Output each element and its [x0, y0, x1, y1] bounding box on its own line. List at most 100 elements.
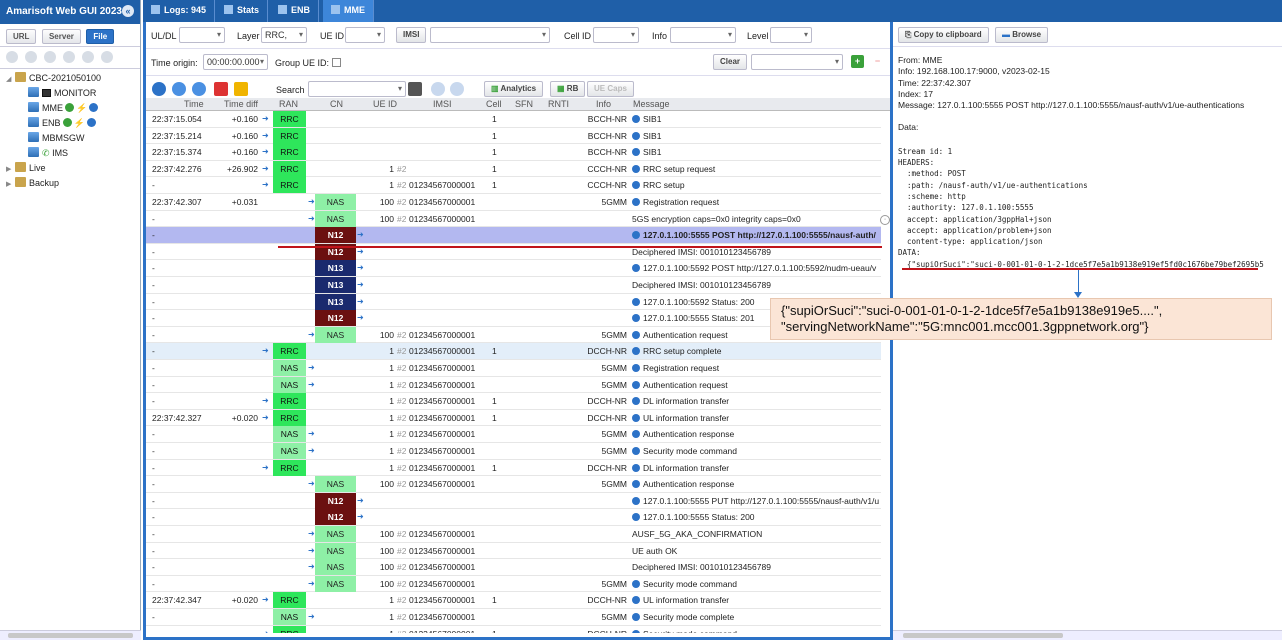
tab-stats[interactable]: Stats [216, 0, 269, 22]
table-row[interactable]: - NAS ➜ 1 #2 01234567000001 5GMM Authentication… [146, 426, 881, 443]
left-horizontal-scrollbar[interactable] [0, 630, 141, 640]
tree-item-monitor[interactable]: MONITOR [0, 86, 140, 101]
play-icon[interactable] [86, 118, 96, 127]
info-icon[interactable] [632, 131, 640, 140]
table-row[interactable]: - NAS ➜ 100 #2 01234567000001 AUSF_5G_AKA_CONF… [146, 526, 881, 543]
file-button[interactable]: File [86, 29, 115, 44]
table-row[interactable]: - NAS ➜ 100 #2 01234567000001 5GMM Security mod… [146, 575, 881, 593]
col-message[interactable]: Message [633, 99, 670, 109]
table-row[interactable]: 22:37:15.214 +0.160 RRC ➜ 1 BCCH-NR SIB1 [146, 127, 881, 145]
info-icon[interactable] [632, 579, 640, 588]
col-rnti[interactable]: RNTI [548, 99, 569, 109]
info-icon[interactable] [632, 330, 640, 339]
table-row[interactable]: - N12 ➜ 127.0.1.100:5555 POST http://127.0.… [146, 227, 881, 244]
next-icon[interactable] [450, 82, 464, 96]
remove-icon[interactable]: − [871, 55, 884, 68]
table-row[interactable]: - N13 ➜ 127.0.1.100:5592 POST http://127.0.… [146, 260, 881, 277]
info-icon[interactable] [632, 148, 640, 157]
info-icon[interactable] [632, 314, 640, 323]
rb-button[interactable]: ▦ RB [550, 81, 586, 97]
tree-item-live[interactable]: ▶ Live [0, 161, 140, 176]
time-origin-input[interactable]: 00:00:00.000 [203, 54, 268, 70]
delete-icon[interactable] [101, 51, 113, 63]
info-icon[interactable] [632, 164, 640, 173]
table-row[interactable]: - N13 ➜ Deciphered IMSI: 001010123456789 [146, 277, 881, 294]
table-row[interactable]: - NAS ➜ 100 #2 01234567000001 5GMM Authenticati… [146, 476, 881, 493]
info-icon[interactable] [632, 297, 640, 306]
col-timediff[interactable]: Time diff [224, 99, 258, 109]
tree-item-ims[interactable]: ✆ IMS [0, 146, 140, 161]
ueid-select[interactable] [345, 27, 385, 43]
error-icon[interactable] [214, 82, 228, 96]
info-icon[interactable] [632, 480, 640, 489]
right-horizontal-scrollbar[interactable] [893, 630, 1282, 640]
info-icon[interactable] [632, 198, 640, 206]
info-icon[interactable] [632, 447, 640, 455]
filter-select[interactable] [751, 54, 843, 70]
add-icon[interactable]: + [851, 55, 864, 68]
info-icon[interactable] [632, 380, 640, 389]
tab-logs[interactable]: Logs: 945 [143, 0, 216, 22]
level-select[interactable] [770, 27, 812, 43]
table-row[interactable]: - RRC ➜ 1 #2 01234567000001 1 CCCH-NR RRC setup [146, 177, 881, 194]
refresh-icon[interactable] [63, 51, 75, 63]
back-icon[interactable] [172, 82, 186, 96]
table-row[interactable]: - N12 ➜ 127.0.1.100:5555 PUT http://127.0.1… [146, 492, 881, 510]
info-icon[interactable] [632, 629, 640, 633]
clear-button[interactable]: Clear [713, 54, 748, 70]
uecaps-button[interactable]: UE Caps [587, 81, 634, 97]
warning-icon[interactable] [234, 82, 248, 96]
edit-icon[interactable] [6, 51, 18, 63]
info-select[interactable] [670, 27, 736, 43]
col-sfn[interactable]: SFN [515, 99, 533, 109]
info-icon[interactable] [632, 513, 640, 522]
tree-item-enb[interactable]: ENB ⚡ [0, 116, 140, 131]
collapsed-arrow-icon[interactable]: ▶ [6, 177, 15, 192]
table-row[interactable]: - NAS ➜ 100 #2 01234567000001 Deciphered IMSI:… [146, 559, 881, 576]
info-icon[interactable] [632, 397, 640, 406]
collapsed-arrow-icon[interactable]: ▶ [6, 162, 15, 177]
layer-select[interactable]: RRC, [261, 27, 307, 43]
table-row[interactable]: - NAS ➜ 1 #2 01234567000001 5GMM Authentication… [146, 376, 881, 394]
tab-mme[interactable]: MME [323, 0, 374, 22]
tree-item-backup[interactable]: ▶ Backup [0, 176, 140, 191]
table-row[interactable]: 22:37:15.054 +0.160 RRC ➜ 1 BCCH-NR SIB1 [146, 111, 881, 128]
col-time[interactable]: Time [184, 99, 204, 109]
expanded-arrow-icon[interactable]: ◢ [6, 72, 15, 87]
table-row[interactable]: 22:37:42.347 +0.020 RRC ➜ 1 #2 01234567000001 1… [146, 592, 881, 609]
col-ran[interactable]: RAN [279, 99, 298, 109]
play-icon[interactable] [89, 103, 99, 112]
table-row[interactable]: - RRC ➜ 1 #2 01234567000001 1 DCCH-NR DL informa… [146, 459, 881, 477]
server-button[interactable]: Server [41, 29, 81, 44]
prev-icon[interactable] [431, 82, 445, 96]
imsi-button[interactable]: IMSI [396, 27, 427, 43]
info-icon[interactable] [632, 264, 640, 273]
table-row[interactable]: - NAS ➜ 1 #2 01234567000001 5GMM Registration r… [146, 360, 881, 377]
binoculars-icon[interactable] [408, 82, 422, 96]
copy-button[interactable]: ⎘ Copy to clipboard [898, 27, 989, 43]
group-ue-checkbox[interactable] [332, 58, 341, 67]
tree-item-mme[interactable]: MME ⚡ [0, 101, 140, 116]
col-info[interactable]: Info [596, 99, 611, 109]
table-row[interactable]: - RRC ➜ 1 #2 01234567000001 1 DCCH-NR DL informa… [146, 393, 881, 410]
search-input[interactable] [308, 81, 406, 97]
splitter-handle[interactable]: · [880, 215, 890, 225]
copy-icon[interactable] [44, 51, 56, 63]
tree-item-mbmsgw[interactable]: MBMSGW [0, 131, 140, 146]
col-cn[interactable]: CN [330, 99, 343, 109]
browse-button[interactable]: ▬ Browse [995, 27, 1049, 43]
cellid-select[interactable] [593, 27, 639, 43]
info-icon[interactable] [632, 496, 640, 505]
table-row[interactable]: 22:37:42.276 +26.902 RRC ➜ 1 #2 1 CCCH-NR RRC se… [146, 160, 881, 178]
info-icon[interactable] [632, 413, 640, 422]
collapse-icon[interactable]: « [122, 5, 134, 17]
uldl-select[interactable] [179, 27, 225, 43]
table-row[interactable]: - N12 ➜ 127.0.1.100:5555 Status: 200 [146, 509, 881, 526]
table-row[interactable]: - NAS ➜ 1 #2 01234567000001 5GMM Security mode … [146, 443, 881, 460]
info-icon[interactable] [632, 181, 640, 190]
clock-icon[interactable] [152, 82, 166, 96]
forward-icon[interactable] [192, 82, 206, 96]
info-icon[interactable] [632, 613, 640, 621]
url-button[interactable]: URL [6, 29, 37, 44]
table-row[interactable]: 22:37:15.374 +0.160 RRC ➜ 1 BCCH-NR SIB1 [146, 144, 881, 161]
